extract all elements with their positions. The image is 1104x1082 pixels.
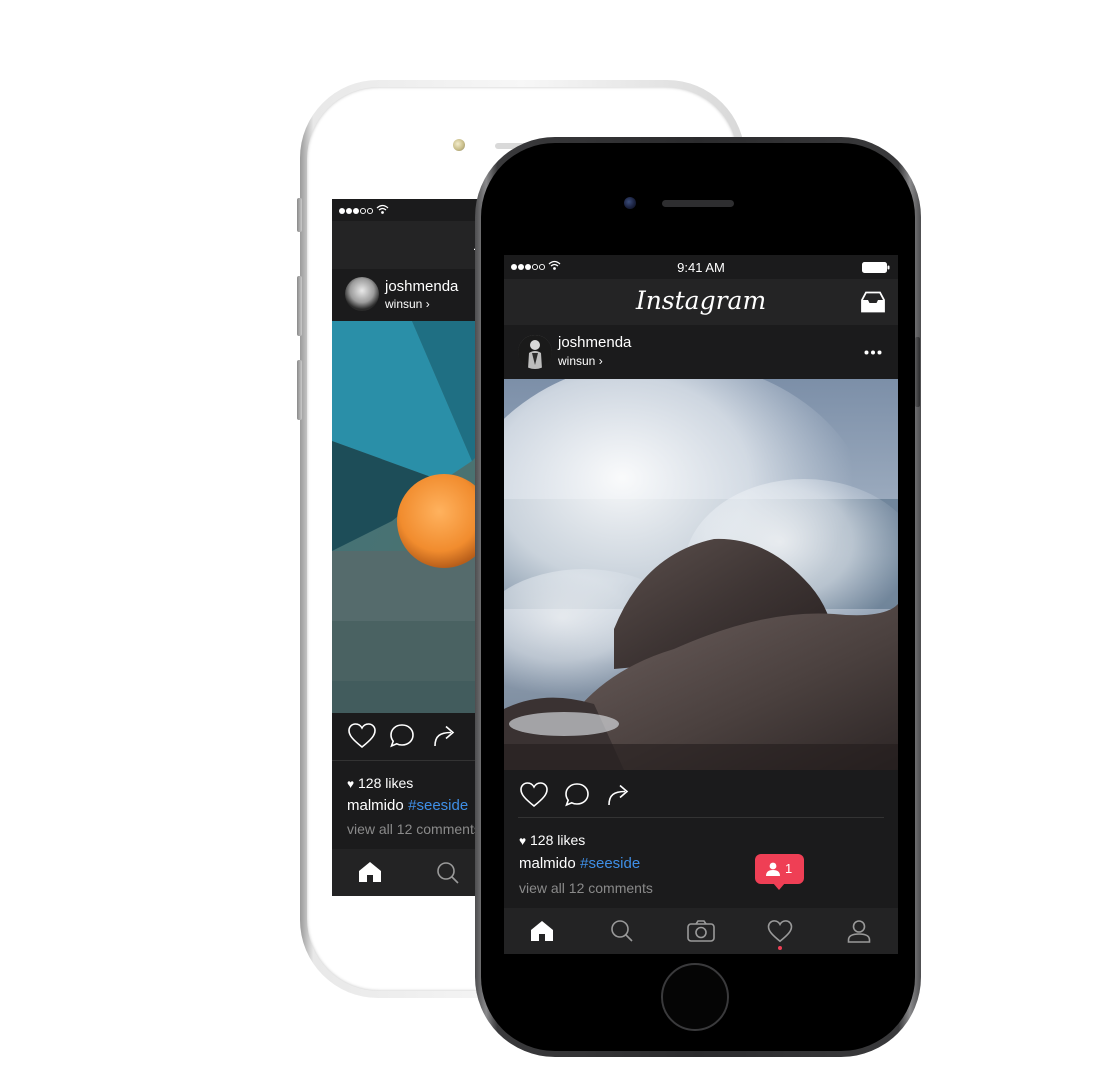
badge-pointer xyxy=(773,883,785,890)
notification-count: 1 xyxy=(785,861,793,876)
small-heart-icon: ♥ xyxy=(347,777,355,791)
power-button xyxy=(915,337,920,407)
profile-icon[interactable] xyxy=(847,919,871,943)
photo-image xyxy=(504,379,898,770)
location-label: winsun xyxy=(558,354,596,368)
view-comments-link[interactable]: view all 12 comments xyxy=(519,880,653,896)
status-bar: 9:41 AM xyxy=(504,255,898,279)
comment-icon[interactable] xyxy=(389,723,415,749)
likes-count: ♥ 128 likes xyxy=(347,775,413,791)
home-button[interactable] xyxy=(661,963,729,1031)
front-phone-screen: 9:41 AM Instagram joshmenda winsun › ♥ 1… xyxy=(504,255,898,954)
battery-icon xyxy=(862,262,890,273)
likes-label: 128 likes xyxy=(358,775,414,791)
nav-bar: Instagram xyxy=(504,279,898,325)
post-header: joshmenda winsun › xyxy=(504,325,898,379)
caption-hashtag[interactable]: #seeside xyxy=(408,797,468,814)
post-photo[interactable] xyxy=(504,379,898,770)
signal-dots-icon xyxy=(339,207,374,215)
post-actions: ♥ 128 likes malmido #seeside view all 12… xyxy=(504,770,898,908)
volume-down-button xyxy=(297,360,302,420)
home-icon[interactable] xyxy=(358,861,382,883)
caption-hashtag[interactable]: #seeside xyxy=(580,855,640,872)
caption-username[interactable]: malmido xyxy=(519,855,576,872)
earpiece-speaker xyxy=(662,200,734,207)
phone-face: 9:41 AM Instagram joshmenda winsun › ♥ 1… xyxy=(481,143,915,1051)
front-camera xyxy=(453,139,465,151)
small-heart-icon: ♥ xyxy=(519,834,527,848)
view-comments-link[interactable]: view all 12 comments xyxy=(347,821,481,837)
location-label: winsun xyxy=(385,297,423,311)
share-icon[interactable] xyxy=(606,782,632,808)
username[interactable]: joshmenda xyxy=(385,278,458,295)
home-icon[interactable] xyxy=(530,920,554,942)
heart-icon[interactable] xyxy=(767,920,793,943)
share-icon[interactable] xyxy=(432,723,458,749)
search-icon[interactable] xyxy=(610,919,634,943)
status-time: 9:41 AM xyxy=(677,260,725,275)
heart-icon[interactable] xyxy=(348,723,376,749)
inbox-icon[interactable] xyxy=(860,291,886,313)
wifi-icon xyxy=(376,204,389,214)
activity-dot xyxy=(778,946,782,950)
divider xyxy=(518,817,884,818)
front-camera xyxy=(624,197,636,209)
likes-count: ♥ 128 likes xyxy=(519,832,585,848)
caption-username[interactable]: malmido xyxy=(347,797,404,814)
caption: malmido #seeside xyxy=(519,855,640,873)
avatar-image xyxy=(518,335,552,369)
tab-bar xyxy=(504,908,898,954)
avatar[interactable] xyxy=(518,335,552,369)
comment-icon[interactable] xyxy=(564,782,590,808)
username[interactable]: joshmenda xyxy=(558,334,631,351)
search-icon[interactable] xyxy=(436,861,460,885)
more-icon[interactable] xyxy=(864,350,882,355)
person-icon xyxy=(766,862,780,876)
front-phone: 9:41 AM Instagram joshmenda winsun › ♥ 1… xyxy=(475,137,921,1057)
app-logo: Instagram xyxy=(635,286,767,315)
location[interactable]: winsun › xyxy=(558,354,603,368)
avatar[interactable] xyxy=(345,277,379,311)
camera-icon[interactable] xyxy=(687,920,715,942)
likes-label: 128 likes xyxy=(530,832,586,848)
mute-switch xyxy=(297,198,302,232)
caption: malmido #seeside xyxy=(347,797,468,815)
heart-icon[interactable] xyxy=(520,782,548,808)
follower-notification-badge[interactable]: 1 xyxy=(755,854,804,890)
volume-up-button xyxy=(297,276,302,336)
location[interactable]: winsun › xyxy=(385,297,430,311)
